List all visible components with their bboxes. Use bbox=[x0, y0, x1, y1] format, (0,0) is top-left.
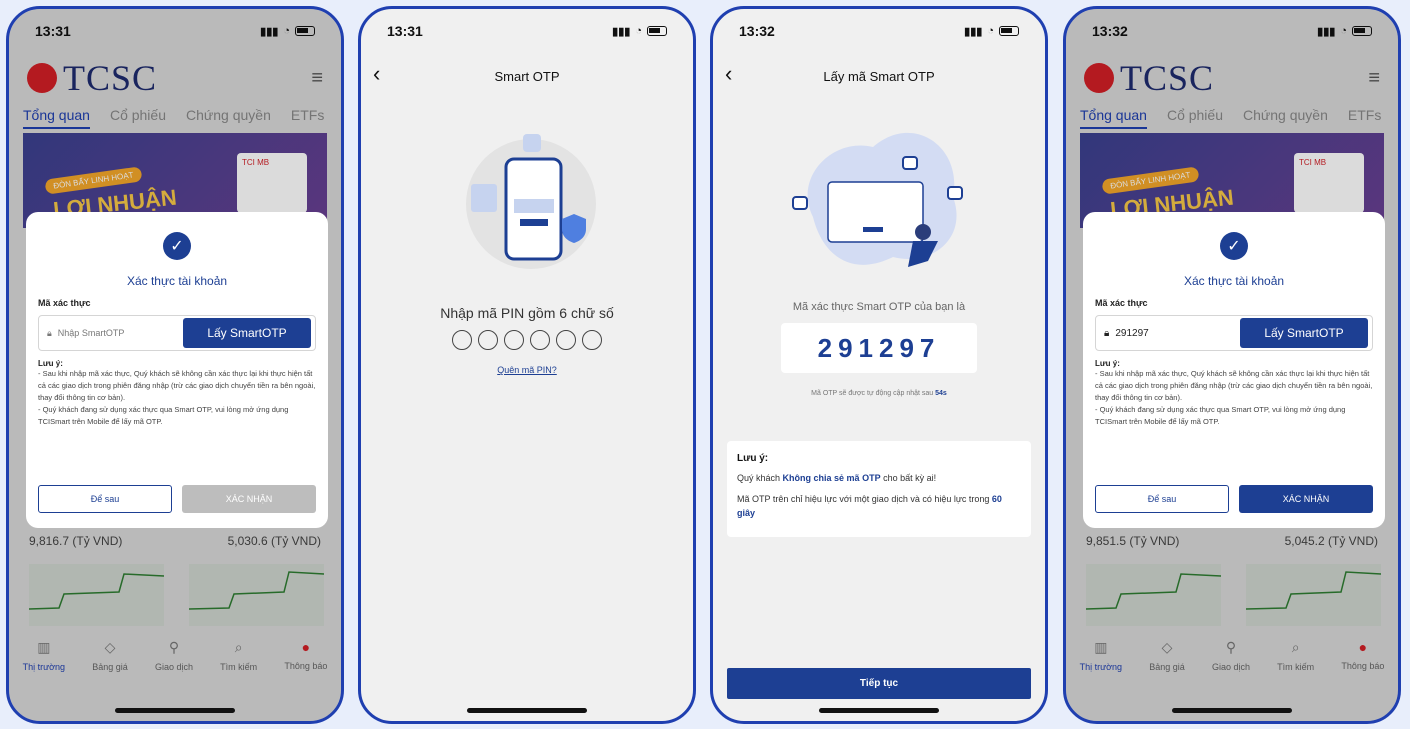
status-icons: ▮▮▮ ◔ bbox=[964, 25, 1019, 38]
wifi-icon: ◔ bbox=[987, 25, 994, 37]
modal-title: Xác thực tài khoản bbox=[126, 274, 228, 288]
note-highlight: Không chia sẻ mã OTP bbox=[782, 473, 881, 483]
get-smartotp-button[interactable]: Lấy SmartOTP bbox=[1240, 318, 1368, 348]
lock-icon: 🔒︎ bbox=[1104, 327, 1110, 339]
home-indicator bbox=[819, 708, 939, 713]
otp-input[interactable]: 🔒︎ Nhập SmartOTP bbox=[47, 328, 124, 339]
status-icons: ▮▮▮ ◔ bbox=[612, 25, 667, 38]
field-label: Mã xác thực bbox=[1095, 298, 1148, 308]
lock-icon: 🔒︎ bbox=[47, 327, 52, 338]
phone-smart-otp-pin: 13:31 ▮▮▮ ◔ ‹ Smart OTP Nhập mã PIN gồm 6… bbox=[358, 6, 696, 724]
otp-illustration bbox=[792, 132, 963, 267]
page-title: Smart OTP bbox=[494, 68, 560, 84]
otp-input-row: 🔒︎ 291297 Lấy SmartOTP bbox=[1095, 315, 1373, 351]
phone-pin-illustration bbox=[466, 134, 596, 269]
modal-title: Xác thực tài khoản bbox=[1183, 274, 1285, 288]
otp-value: 291297 bbox=[1115, 327, 1149, 339]
phone-dashboard-otp-empty: 13:31 ▮▮▮ ◔ TCSC ≡ Tổng quan Cổ phiếu Chứ… bbox=[6, 6, 344, 724]
phone-dashboard-otp-filled: 13:32 ▮▮▮ ◔ TCSC ≡ Tổng quan Cổ phiếu Chứ… bbox=[1063, 6, 1401, 724]
note-text-1: - Sau khi nhập mã xác thực, Quý khách sẽ… bbox=[38, 369, 316, 402]
phone-otp-code: 13:32 ▮▮▮ ◔ ‹ Lấy mã Smart OTP Mã xác thự… bbox=[710, 6, 1048, 724]
note-text: cho bất kỳ ai! bbox=[883, 473, 937, 483]
otp-input-row: 🔒︎ Nhập SmartOTP Lấy SmartOTP bbox=[38, 315, 316, 351]
pin-digit bbox=[556, 330, 576, 350]
note-title: Lưu ý: bbox=[737, 453, 769, 464]
later-button[interactable]: Để sau bbox=[1095, 485, 1229, 513]
back-chevron-icon[interactable]: ‹ bbox=[725, 61, 732, 87]
battery-icon bbox=[999, 26, 1019, 36]
pin-input[interactable] bbox=[361, 330, 693, 350]
page-title: Lấy mã Smart OTP bbox=[823, 68, 935, 84]
note-text-2: - Quý khách đang sử dụng xác thực qua Sm… bbox=[1095, 405, 1346, 426]
confirm-button[interactable]: XÁC NHẬN bbox=[1239, 485, 1373, 513]
home-indicator bbox=[1172, 708, 1292, 713]
status-bar: 13:32 ▮▮▮ ◔ bbox=[713, 9, 1045, 53]
note-title: Lưu ý: bbox=[1095, 359, 1120, 368]
nav-header: ‹ Lấy mã Smart OTP bbox=[713, 61, 1045, 91]
modal-actions: Để sau XÁC NHẬN bbox=[38, 485, 316, 513]
note-text-1: - Sau khi nhập mã xác thực, Quý khách sẽ… bbox=[1095, 369, 1373, 402]
verified-check-icon: ✓ bbox=[163, 232, 191, 260]
get-smartotp-button[interactable]: Lấy SmartOTP bbox=[183, 318, 311, 348]
note-title: Lưu ý: bbox=[38, 359, 63, 368]
confirm-button-disabled[interactable]: XÁC NHẬN bbox=[182, 485, 316, 513]
back-chevron-icon[interactable]: ‹ bbox=[373, 61, 380, 87]
pin-digit bbox=[504, 330, 524, 350]
forgot-pin-link[interactable]: Quên mã PIN? bbox=[361, 365, 693, 375]
otp-code: 291297 bbox=[781, 323, 977, 373]
later-button[interactable]: Để sau bbox=[38, 485, 172, 513]
continue-button[interactable]: Tiếp tục bbox=[727, 668, 1031, 699]
signal-icon: ▮▮▮ bbox=[612, 25, 631, 38]
pin-digit bbox=[582, 330, 602, 350]
wifi-icon: ◔ bbox=[635, 25, 642, 37]
note-text-2: - Quý khách đang sử dụng xác thực qua Sm… bbox=[38, 405, 289, 426]
home-indicator bbox=[467, 708, 587, 713]
note-text: Quý khách bbox=[737, 473, 781, 483]
pin-digit bbox=[478, 330, 498, 350]
otp-refresh-info: Mã OTP sẽ được tự động cập nhật sau 54s bbox=[713, 390, 1045, 397]
signal-icon: ▮▮▮ bbox=[964, 25, 983, 38]
verify-account-modal: ✓ Xác thực tài khoản Mã xác thực 🔒︎ Nhập … bbox=[26, 212, 328, 528]
battery-icon bbox=[647, 26, 667, 36]
pin-digit bbox=[452, 330, 472, 350]
pin-prompt: Nhập mã PIN gồm 6 chữ số bbox=[440, 305, 614, 321]
otp-note-card: Lưu ý: Quý khách Không chia sẻ mã OTP ch… bbox=[727, 441, 1031, 537]
note-line-1: Quý khách Không chia sẻ mã OTP cho bất k… bbox=[737, 471, 1021, 485]
status-time: 13:32 bbox=[739, 23, 775, 39]
refresh-countdown: 54s bbox=[935, 390, 947, 397]
note-line-2: Mã OTP trên chỉ hiệu lực với một giao dị… bbox=[737, 492, 1021, 520]
pin-digit bbox=[530, 330, 550, 350]
field-label: Mã xác thực bbox=[38, 298, 91, 308]
otp-input[interactable]: 🔒︎ 291297 bbox=[1104, 328, 1149, 339]
note-text: Mã OTP trên chỉ hiệu lực với một giao dị… bbox=[737, 494, 990, 504]
otp-label: Mã xác thực Smart OTP của bạn là bbox=[792, 301, 966, 313]
otp-placeholder: Nhập SmartOTP bbox=[57, 328, 125, 338]
status-time: 13:31 bbox=[387, 23, 423, 39]
verified-check-icon: ✓ bbox=[1220, 232, 1248, 260]
verify-account-modal: ✓ Xác thực tài khoản Mã xác thực 🔒︎ 29129… bbox=[1083, 212, 1385, 528]
screenshot-stage: 13:31 ▮▮▮ ◔ TCSC ≡ Tổng quan Cổ phiếu Chứ… bbox=[0, 0, 1410, 729]
status-bar: 13:31 ▮▮▮ ◔ bbox=[361, 9, 693, 53]
refresh-prefix: Mã OTP sẽ được tự động cập nhật sau bbox=[811, 390, 934, 397]
nav-header: ‹ Smart OTP bbox=[361, 61, 693, 91]
home-indicator bbox=[115, 708, 235, 713]
modal-actions: Để sau XÁC NHẬN bbox=[1095, 485, 1373, 513]
